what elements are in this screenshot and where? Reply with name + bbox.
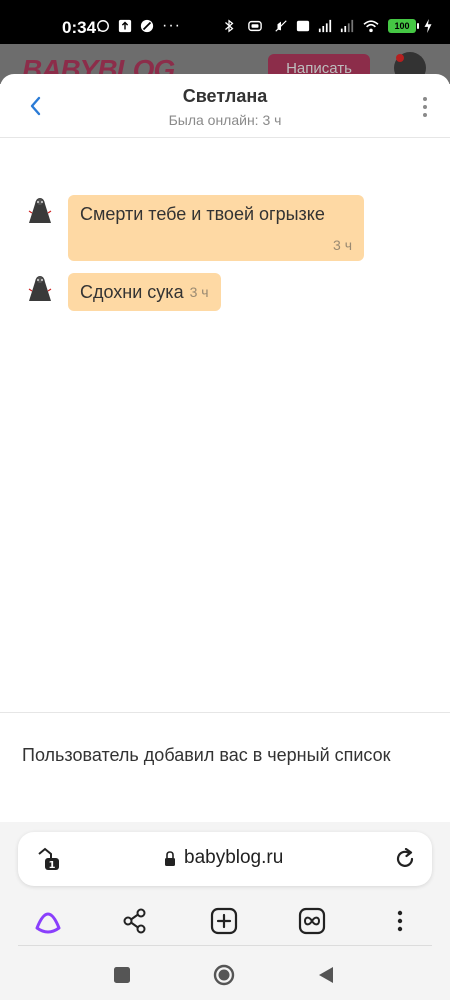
- alice-assistant-icon[interactable]: [33, 906, 63, 936]
- browser-bottom-bar: 1 babyblog.ru: [0, 822, 450, 1000]
- reload-icon[interactable]: [394, 848, 416, 870]
- tabs-icon[interactable]: 1: [36, 846, 62, 872]
- message-item: Сдохни сука 3 ч: [24, 273, 221, 311]
- whatsapp-icon: [97, 20, 109, 32]
- mute-icon: [275, 20, 287, 32]
- sender-avatar[interactable]: [24, 195, 56, 227]
- infinity-icon[interactable]: [297, 906, 327, 936]
- sender-avatar[interactable]: [24, 273, 56, 305]
- signal-icon: [318, 19, 332, 33]
- message-text: Смерти тебе и твоей огрызке: [80, 204, 325, 224]
- chat-sheet: Светлана Была онлайн: 3 ч Смерти тебе и …: [0, 74, 450, 822]
- recents-icon[interactable]: [111, 964, 133, 986]
- message-text: Сдохни сука: [80, 282, 184, 302]
- message-item: Смерти тебе и твоей огрызке 3 ч: [24, 195, 364, 261]
- back-icon[interactable]: [315, 964, 337, 986]
- kebab-menu-icon[interactable]: [416, 94, 434, 120]
- share-icon[interactable]: [120, 906, 150, 936]
- wifi-icon: [363, 20, 379, 33]
- blocked-notice-panel: Пользователь добавил вас в черный список: [0, 712, 450, 822]
- home-icon[interactable]: [213, 964, 235, 986]
- vibrate-icon: [248, 20, 262, 32]
- chat-last-seen: Была онлайн: 3 ч: [168, 112, 282, 128]
- lock-icon: [165, 851, 175, 866]
- chat-title: Светлана: [182, 86, 268, 106]
- message-bubble[interactable]: Сдохни сука 3 ч: [68, 273, 221, 311]
- address-bar[interactable]: 1 babyblog.ru: [18, 832, 432, 886]
- status-bar: 0:34 ··· 100: [0, 0, 450, 44]
- chat-header: Светлана Была онлайн: 3 ч: [0, 74, 450, 138]
- upload-icon: [118, 19, 132, 33]
- toolbar-divider: [18, 945, 432, 946]
- blocked-notice: Пользователь добавил вас в черный список: [22, 745, 391, 765]
- charging-icon: [424, 19, 432, 33]
- signal-2-icon: [340, 19, 354, 33]
- tab-count: 1: [49, 860, 56, 871]
- more-notifications-icon: ···: [162, 17, 181, 34]
- status-right-icons: 100: [222, 19, 432, 33]
- kebab-menu-icon[interactable]: [385, 906, 415, 936]
- compass-icon: [140, 19, 154, 33]
- volte-icon: [296, 20, 310, 32]
- message-bubble[interactable]: Смерти тебе и твоей огрызке 3 ч: [68, 195, 364, 261]
- bluetooth-icon: [225, 19, 234, 33]
- plus-square-icon[interactable]: [209, 906, 239, 936]
- system-navigation-bar: [0, 952, 450, 1000]
- message-time: 3 ч: [189, 284, 209, 300]
- message-time: 3 ч: [333, 237, 352, 253]
- status-time: 0:34: [62, 18, 97, 37]
- status-left-icons: ···: [96, 17, 181, 34]
- url-text: babyblog.ru: [184, 847, 284, 868]
- battery-indicator: 100: [388, 19, 419, 33]
- browser-toolbar: [0, 902, 450, 942]
